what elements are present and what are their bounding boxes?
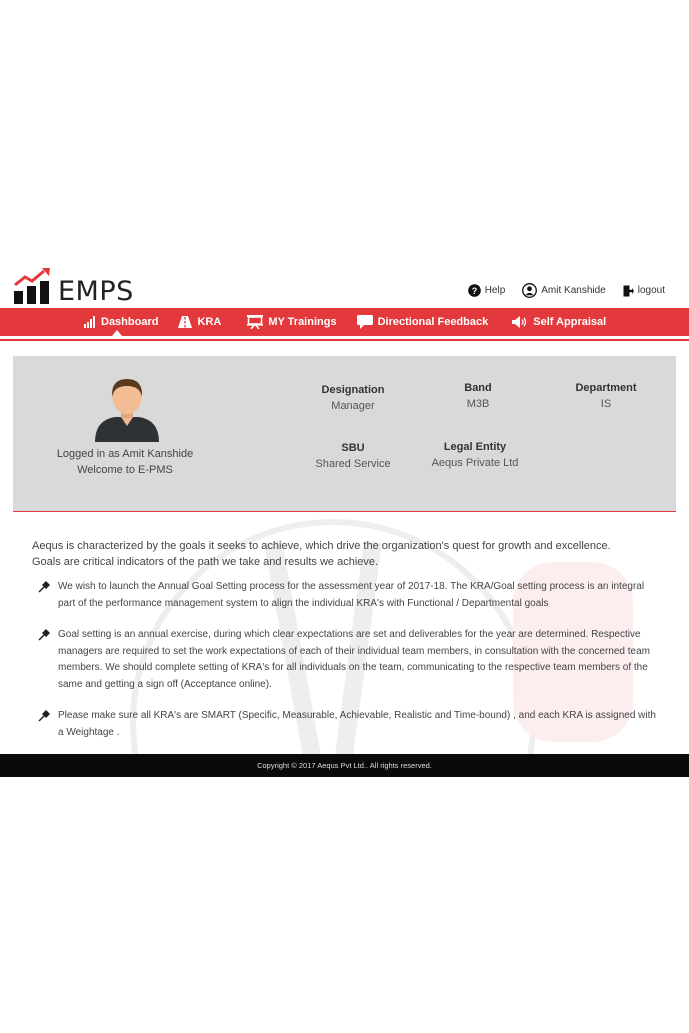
nav-self-appraisal-label: Self Appraisal [533,316,607,328]
designation-label: Designation [321,384,385,396]
intro-line-1: Aequs is characterized by the goals it s… [32,540,611,552]
app-title: EMPS [58,276,134,307]
welcome-text: Welcome to E-PMS [77,464,173,476]
help-label: Help [484,285,506,296]
department-label: Department [575,382,637,394]
band-value: M3B [466,398,490,410]
nav-dashboard[interactable]: Dashboard [84,308,158,336]
nav-my-trainings[interactable]: MY Trainings [247,308,337,336]
pin-icon [38,581,50,593]
logged-in-text: Logged in as Amit Kanshide [56,448,194,460]
login-info: Logged in as Amit Kanshide Welcome to E-… [43,446,207,478]
user-link[interactable]: Amit Kanshide [522,283,606,298]
user-name: Amit Kanshide [541,285,606,296]
band-label: Band [464,382,492,394]
pin-icon [38,710,50,722]
nav-directional-feedback[interactable]: Directional Feedback [356,308,489,336]
road-icon [178,316,193,328]
copyright-text: Copyright © 2017 Aequs Pvt Ltd.. All rig… [257,761,432,770]
chat-icon [356,315,373,329]
footer: Copyright © 2017 Aequs Pvt Ltd.. All rig… [0,754,689,777]
intro-text: Aequs is characterized by the goals it s… [32,538,652,570]
legal-entity-field: Legal Entity Aequs Private Ltd [420,439,530,471]
list-item: We wish to launch the Annual Goal Settin… [38,579,658,612]
nav-my-trainings-label: MY Trainings [268,316,337,328]
nav-directional-feedback-label: Directional Feedback [377,316,489,328]
designation-field: Designation Manager [303,382,403,414]
help-link[interactable]: ? Help [467,284,506,297]
department-field: Department IS [556,380,656,412]
list-item: Please make sure all KRA's are SMART (Sp… [38,708,658,741]
list-item-text: We wish to launch the Annual Goal Settin… [58,581,645,609]
legal-entity-label: Legal Entity [443,441,507,453]
logout-label: logout [637,285,665,296]
designation-value: Manager [331,400,375,412]
department-value: IS [600,398,612,410]
svg-text:?: ? [471,286,477,296]
pin-icon [38,629,50,641]
legal-entity-value: Aequs Private Ltd [431,457,519,469]
logout-icon [623,285,634,296]
content-area: Aequs is characterized by the goals it s… [13,512,676,754]
nav-dashboard-label: Dashboard [101,316,159,328]
intro-line-2: Goals are critical indicators of the pat… [32,556,379,568]
sbu-field: SBU Shared Service [303,440,403,472]
band-field: Band M3B [428,380,528,412]
avatar [95,379,159,442]
megaphone-icon [512,316,527,328]
user-icon [522,283,538,298]
nav-kra[interactable]: KRA [178,308,221,336]
list-item: Goal setting is an annual exercise, duri… [38,627,658,693]
nav-underline [0,339,689,341]
help-icon: ? [467,284,481,297]
list-item-text: Goal setting is an annual exercise, duri… [58,629,650,690]
nav-kra-label: KRA [197,316,222,328]
profile-panel: Logged in as Amit Kanshide Welcome to E-… [13,356,676,512]
bar-chart-icon [84,316,95,328]
list-item-text: Please make sure all KRA's are SMART (Sp… [58,710,656,738]
sbu-value: Shared Service [315,458,391,470]
main-nav: Dashboard KRA MY Trainings Directional F… [0,308,689,336]
presentation-icon [247,315,264,329]
emps-logo-icon [14,268,50,304]
nav-self-appraisal[interactable]: Self Appraisal [512,308,606,336]
sbu-label: SBU [341,442,365,454]
top-links: ? Help Amit Kanshide logout [467,283,665,298]
app-window: EMPS ? Help Amit Kanshide logout Dashboa… [0,262,689,777]
logout-link[interactable]: logout [623,285,665,297]
